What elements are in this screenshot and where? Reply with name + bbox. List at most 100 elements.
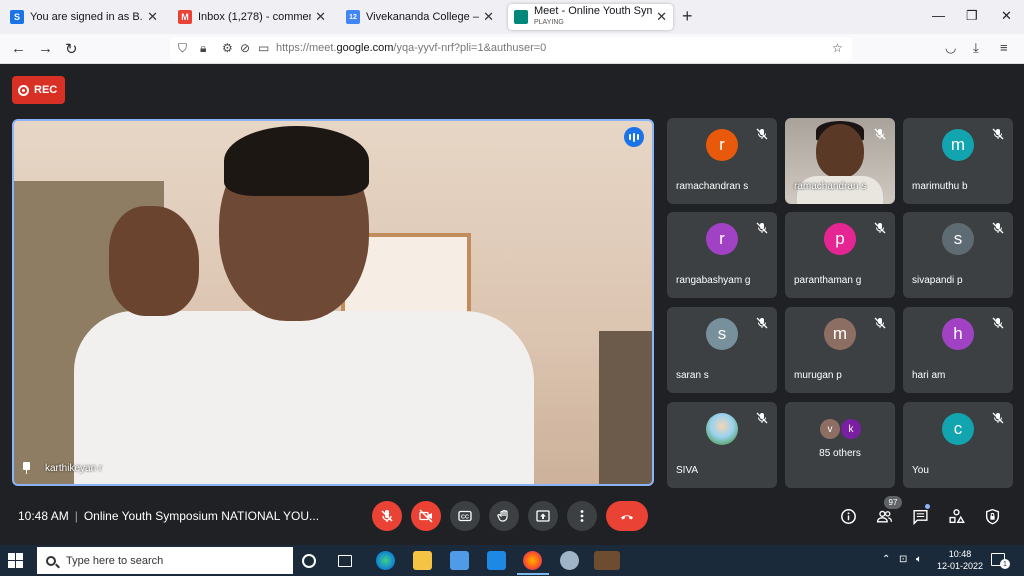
present-button[interactable] <box>528 501 558 531</box>
reader-icon[interactable]: ▭ <box>258 41 269 55</box>
forward-icon[interactable]: → <box>38 40 53 57</box>
participant-tile[interactable]: m murugan p <box>785 307 895 393</box>
participant-tile[interactable]: s saran s <box>667 307 777 393</box>
clock-date: 12-01-2022 <box>937 561 984 571</box>
meeting-details-button[interactable] <box>838 506 858 526</box>
url-text[interactable]: https://meet.google.com/yqa-yyvf-nrf?pli… <box>276 42 546 54</box>
volume-icon[interactable]: 🔈︎ <box>916 554 922 565</box>
tab-close-icon[interactable]: ✕ <box>315 9 326 25</box>
camera-toggle-button[interactable] <box>411 501 441 531</box>
menu-icon[interactable]: ≡ <box>1000 40 1008 55</box>
raise-hand-button[interactable] <box>489 501 519 531</box>
host-controls-button[interactable] <box>982 506 1002 526</box>
tab-label: Vivekananda College – Calendar <box>366 11 479 23</box>
avatar: s <box>706 318 738 350</box>
calendar-icon: 12 <box>346 10 360 24</box>
media-blocked-icon[interactable]: ⊘ <box>240 41 250 55</box>
participant-tile[interactable]: ramachandran s <box>785 118 895 204</box>
notification-count: 1 <box>1000 559 1010 569</box>
tab-inbox[interactable]: M Inbox (1,278) - commerce@viveka ✕ <box>172 4 332 30</box>
store-icon[interactable] <box>450 551 469 570</box>
mic-toggle-button[interactable] <box>372 501 402 531</box>
tab-label: Meet - Online Youth Symposium <box>534 6 653 17</box>
participant-tile[interactable]: m marimuthu b <box>903 118 1013 204</box>
tab-close-icon[interactable]: ✕ <box>483 9 494 25</box>
avatar: r <box>706 223 738 255</box>
network-icon[interactable]: ⊡ <box>899 554 907 565</box>
others-tile[interactable]: v k 85 others <box>785 402 895 488</box>
task-view-icon[interactable] <box>338 555 352 567</box>
activities-button[interactable] <box>946 506 966 526</box>
participants-button[interactable] <box>874 506 894 526</box>
file-explorer-icon[interactable] <box>413 551 432 570</box>
profile-photo <box>706 413 738 445</box>
participant-tile[interactable]: h hari am <box>903 307 1013 393</box>
new-tab-icon[interactable]: + <box>682 6 693 27</box>
chat-button[interactable] <box>910 506 930 526</box>
reload-icon[interactable]: ↻ <box>65 40 78 58</box>
hang-up-icon <box>621 515 633 520</box>
pocket-icon[interactable]: ◡ <box>945 40 956 56</box>
mic-off-icon <box>381 510 393 522</box>
participant-name: murugan p <box>794 370 842 381</box>
chat-icon <box>912 509 928 525</box>
participant-tile[interactable]: r ramachandran s <box>667 118 777 204</box>
meeting-title: Online Youth Symposium NATIONAL YOU... <box>83 509 320 523</box>
participant-tile[interactable]: s sivapandi p <box>903 212 1013 298</box>
minimize-icon[interactable]: — <box>932 8 945 23</box>
more-options-button[interactable] <box>567 501 597 531</box>
pin-icon[interactable] <box>22 462 31 474</box>
bookmark-star-icon[interactable]: ☆ <box>832 41 843 55</box>
cortana-icon[interactable] <box>302 554 316 568</box>
mic-off-icon <box>992 411 1004 424</box>
edge-icon[interactable] <box>376 551 395 570</box>
tab-label: Inbox (1,278) - commerce@viveka <box>198 11 312 23</box>
participant-count-badge: 97 <box>884 496 902 509</box>
participant-name: marimuthu b <box>912 181 968 192</box>
main-speaker-video[interactable]: karthikeyan r <box>12 119 654 486</box>
tab-signed-in[interactable]: S You are signed in as B.Marimuthu ✕ <box>4 4 164 30</box>
permissions-icon[interactable]: ⚙ <box>222 41 233 55</box>
tab-meet[interactable]: Meet - Online Youth Symposium PLAYING ✕ <box>508 4 673 30</box>
participant-tile[interactable]: p paranthaman g <box>785 212 895 298</box>
restore-icon[interactable]: ❐ <box>966 8 978 24</box>
k7-antivirus-icon[interactable] <box>594 551 620 570</box>
lock-icon[interactable]: 🔒︎ <box>200 41 206 56</box>
avatar: v <box>820 419 840 439</box>
mail-icon[interactable] <box>487 551 506 570</box>
address-bar[interactable]: ⛉ 🔒︎ ⚙ ⊘ ▭ https://meet.google.com/yqa-y… <box>170 37 852 61</box>
app-icon[interactable] <box>560 551 579 570</box>
taskbar-search-box[interactable]: Type here to search <box>37 547 293 574</box>
taskbar-clock[interactable]: 10:48 12-01-2022 <box>937 548 983 572</box>
participant-tile[interactable]: r rangabashyam g <box>667 212 777 298</box>
back-icon[interactable]: ← <box>11 40 26 57</box>
self-tile[interactable]: c You <box>903 402 1013 488</box>
hand-icon <box>497 509 508 522</box>
others-count-label: 85 others <box>819 448 861 459</box>
main-speaker-name: karthikeyan r <box>45 462 103 474</box>
window-close-icon[interactable]: ✕ <box>1001 8 1012 24</box>
speaking-indicator-icon <box>624 127 644 147</box>
participant-tile[interactable]: SIVA <box>667 402 777 488</box>
captions-button[interactable]: CC <box>450 501 480 531</box>
tab-calendar[interactable]: 12 Vivekananda College – Calendar ✕ <box>340 4 500 30</box>
tab-close-icon[interactable]: ✕ <box>147 9 158 25</box>
mic-off-icon <box>874 316 886 329</box>
tray-expand-icon[interactable]: ⌃ <box>882 554 890 565</box>
tab-close-icon[interactable]: ✕ <box>656 9 667 25</box>
recording-label: REC <box>34 84 58 96</box>
downloads-icon[interactable]: ⤓ <box>973 40 979 56</box>
more-vert-icon <box>580 510 584 522</box>
activities-icon <box>948 508 965 523</box>
firefox-icon[interactable] <box>523 551 542 570</box>
shield-icon[interactable]: ⛉ <box>178 41 187 56</box>
camera-off-icon <box>419 509 433 523</box>
mic-off-icon <box>992 221 1004 234</box>
windows-start-icon[interactable] <box>8 553 23 568</box>
participant-name: ramachandran s <box>794 181 867 192</box>
mic-off-icon <box>992 316 1004 329</box>
leave-call-button[interactable] <box>606 501 648 531</box>
recording-badge: REC <box>12 76 65 104</box>
participant-name: paranthaman g <box>794 275 862 286</box>
people-icon <box>876 510 892 523</box>
